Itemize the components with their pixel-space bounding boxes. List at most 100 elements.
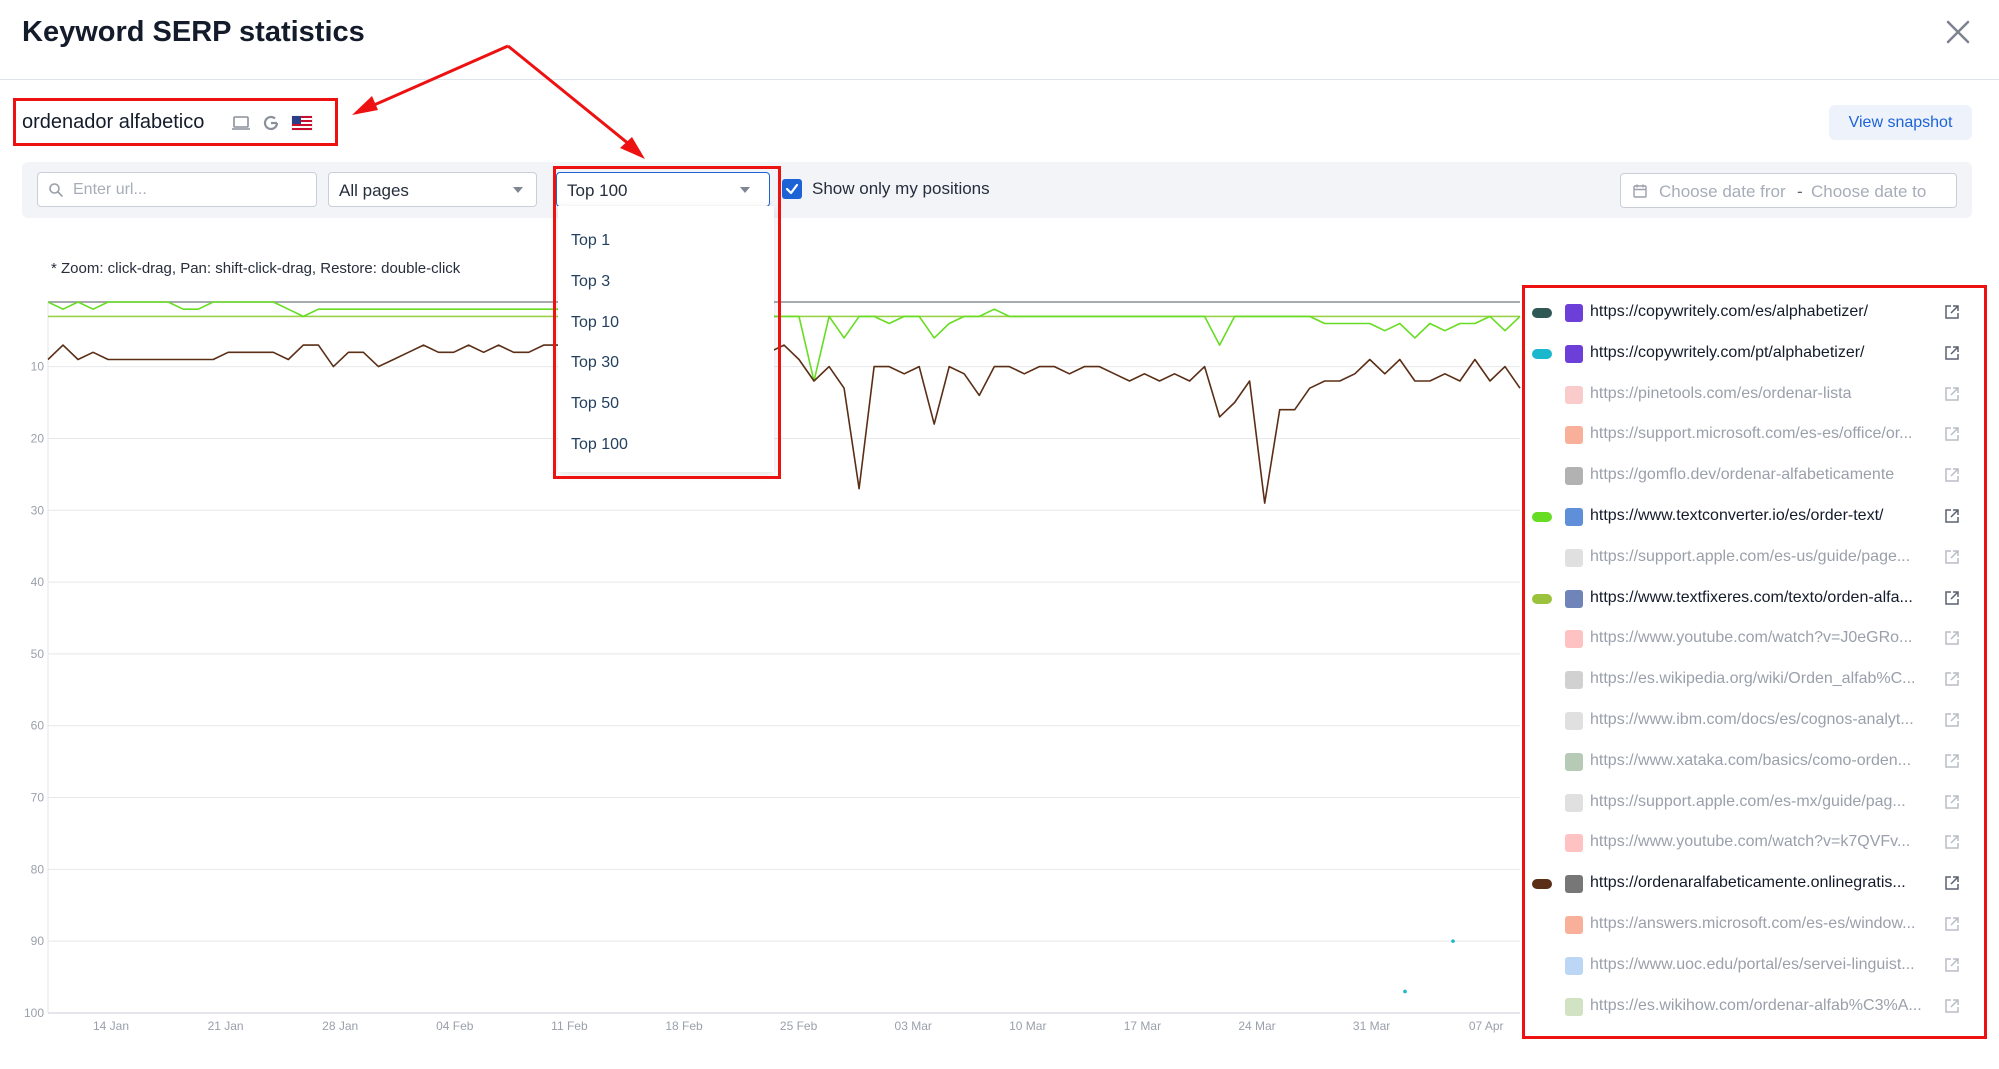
legend-url[interactable]: https://www.youtube.com/watch?v=J0eGRo..…	[1590, 629, 1935, 647]
external-link-icon[interactable]	[1943, 589, 1961, 607]
pinetools-icon	[1565, 385, 1583, 404]
x-tick-label: 17 Mar	[1124, 1019, 1161, 1033]
external-link-icon[interactable]	[1943, 466, 1961, 484]
external-link-icon[interactable]	[1943, 956, 1961, 974]
external-link-icon[interactable]	[1943, 303, 1961, 321]
series-color-swatch	[1532, 879, 1552, 890]
legend-row[interactable]: https://www.textconverter.io/es/order-te…	[1530, 498, 1975, 536]
microsoft-icon	[1565, 916, 1583, 934]
legend-url[interactable]: https://answers.microsoft.com/es-es/wind…	[1590, 915, 1935, 933]
legend-url[interactable]: https://support.microsoft.com/es-es/offi…	[1590, 425, 1935, 443]
legend-url[interactable]: https://support.apple.com/es-mx/guide/pa…	[1590, 793, 1935, 811]
y-tick-label: 60	[31, 719, 45, 733]
dropdown-option-top-1[interactable]: Top 1	[571, 232, 610, 250]
legend-row[interactable]: https://support.apple.com/es-mx/guide/pa…	[1530, 784, 1975, 822]
legend-url[interactable]: https://ordenaralfabeticamente.onlinegra…	[1590, 874, 1935, 892]
youtube-icon	[1565, 630, 1583, 649]
legend-row[interactable]: https://www.youtube.com/watch?v=J0eGRo..…	[1530, 620, 1975, 658]
x-tick-label: 24 Mar	[1238, 1019, 1275, 1033]
dropdown-option-top-50[interactable]: Top 50	[571, 395, 619, 413]
external-link-icon[interactable]	[1943, 344, 1961, 362]
legend-row[interactable]: https://www.uoc.edu/portal/es/servei-lin…	[1530, 947, 1975, 985]
x-tick-label: 11 Feb	[551, 1019, 588, 1033]
copywritely-icon	[1565, 344, 1583, 363]
legend-url[interactable]: https://copywritely.com/pt/alphabetizer/	[1590, 344, 1935, 362]
legend-row[interactable]: https://copywritely.com/es/alphabetizer/	[1530, 294, 1975, 332]
textconverter-icon	[1565, 508, 1583, 526]
dropdown-option-top-3[interactable]: Top 3	[571, 273, 610, 291]
y-tick-label: 10	[31, 360, 45, 374]
external-link-icon[interactable]	[1943, 997, 1961, 1015]
external-link-icon[interactable]	[1943, 915, 1961, 933]
x-tick-label: 14 Jan	[93, 1019, 129, 1033]
external-link-icon[interactable]	[1943, 385, 1961, 403]
legend-row[interactable]: https://www.ibm.com/docs/es/cognos-analy…	[1530, 702, 1975, 740]
x-tick-label: 21 Jan	[208, 1019, 244, 1033]
apple-icon	[1565, 548, 1583, 567]
y-tick-label: 90	[31, 934, 45, 948]
y-tick-label: 70	[31, 791, 45, 805]
uoc-icon	[1565, 956, 1583, 975]
legend-url[interactable]: https://www.xataka.com/basics/como-orden…	[1590, 752, 1935, 770]
legend-url[interactable]: https://gomflo.dev/ordenar-alfabeticamen…	[1590, 466, 1935, 484]
legend-url[interactable]: https://pinetools.com/es/ordenar-lista	[1590, 385, 1935, 403]
legend-url[interactable]: https://www.textconverter.io/es/order-te…	[1590, 507, 1935, 525]
series-color-swatch	[1532, 512, 1552, 522]
external-link-icon[interactable]	[1943, 425, 1961, 443]
apple-icon	[1565, 793, 1583, 812]
y-tick-label: 40	[31, 575, 45, 589]
legend-url[interactable]: https://copywritely.com/es/alphabetizer/	[1590, 303, 1935, 321]
series-color-swatch	[1532, 308, 1552, 318]
external-link-icon[interactable]	[1943, 670, 1961, 688]
y-tick-label: 50	[31, 647, 45, 661]
external-link-icon[interactable]	[1943, 874, 1961, 892]
legend-row[interactable]: https://copywritely.com/pt/alphabetizer/	[1530, 335, 1975, 373]
legend-row[interactable]: https://www.xataka.com/basics/como-orden…	[1530, 743, 1975, 781]
ibm-icon	[1565, 712, 1583, 730]
series-line	[47, 301, 1521, 382]
wikihow-icon	[1565, 997, 1583, 1016]
legend-row[interactable]: https://support.microsoft.com/es-es/offi…	[1530, 416, 1975, 454]
series-point	[1403, 989, 1407, 994]
external-link-icon[interactable]	[1943, 711, 1961, 729]
gomflo-icon	[1565, 467, 1583, 486]
y-tick-label: 20	[31, 431, 45, 445]
wikipedia-icon	[1565, 671, 1583, 690]
legend-row[interactable]: https://support.apple.com/es-us/guide/pa…	[1530, 539, 1975, 577]
x-tick-label: 07 Apr	[1469, 1019, 1504, 1033]
legend-row[interactable]: https://www.textfixeres.com/texto/orden-…	[1530, 580, 1975, 618]
y-tick-label: 30	[31, 503, 45, 517]
y-tick-label: 100	[24, 1006, 44, 1020]
external-link-icon[interactable]	[1943, 548, 1961, 566]
x-tick-label: 04 Feb	[436, 1019, 474, 1033]
legend-row[interactable]: https://pinetools.com/es/ordenar-lista	[1530, 376, 1975, 414]
y-tick-label: 80	[31, 862, 45, 876]
external-link-icon[interactable]	[1943, 793, 1961, 811]
series-color-swatch	[1532, 593, 1552, 604]
legend-url[interactable]: https://es.wikihow.com/ordenar-alfab%C3%…	[1590, 997, 1935, 1015]
legend-row[interactable]: https://www.youtube.com/watch?v=k7QVFv..…	[1530, 824, 1975, 862]
external-link-icon[interactable]	[1943, 507, 1961, 525]
legend-row[interactable]: https://ordenaralfabeticamente.onlinegra…	[1530, 865, 1975, 903]
legend-row[interactable]: https://es.wikihow.com/ordenar-alfab%C3%…	[1530, 988, 1975, 1026]
legend-row[interactable]: https://answers.microsoft.com/es-es/wind…	[1530, 906, 1975, 944]
legend-url[interactable]: https://www.ibm.com/docs/es/cognos-analy…	[1590, 711, 1935, 729]
legend-url[interactable]: https://www.textfixeres.com/texto/orden-…	[1590, 589, 1935, 607]
x-tick-label: 18 Feb	[665, 1019, 703, 1033]
legend-row[interactable]: https://es.wikipedia.org/wiki/Orden_alfa…	[1530, 661, 1975, 699]
external-link-icon[interactable]	[1943, 629, 1961, 647]
x-tick-label: 31 Mar	[1353, 1019, 1390, 1033]
external-link-icon[interactable]	[1943, 833, 1961, 851]
dropdown-option-top-10[interactable]: Top 10	[571, 314, 619, 332]
youtube-icon	[1565, 834, 1583, 853]
dropdown-option-top-100[interactable]: Top 100	[571, 436, 628, 454]
legend-url[interactable]: https://support.apple.com/es-us/guide/pa…	[1590, 548, 1935, 566]
legend-url[interactable]: https://www.youtube.com/watch?v=k7QVFv..…	[1590, 833, 1935, 851]
x-tick-label: 10 Mar	[1009, 1019, 1046, 1033]
legend-url[interactable]: https://es.wikipedia.org/wiki/Orden_alfa…	[1590, 670, 1935, 688]
x-tick-label: 25 Feb	[780, 1019, 818, 1033]
dropdown-option-top-30[interactable]: Top 30	[571, 354, 619, 372]
legend-url[interactable]: https://www.uoc.edu/portal/es/servei-lin…	[1590, 956, 1935, 974]
external-link-icon[interactable]	[1943, 752, 1961, 770]
legend-row[interactable]: https://gomflo.dev/ordenar-alfabeticamen…	[1530, 457, 1975, 495]
